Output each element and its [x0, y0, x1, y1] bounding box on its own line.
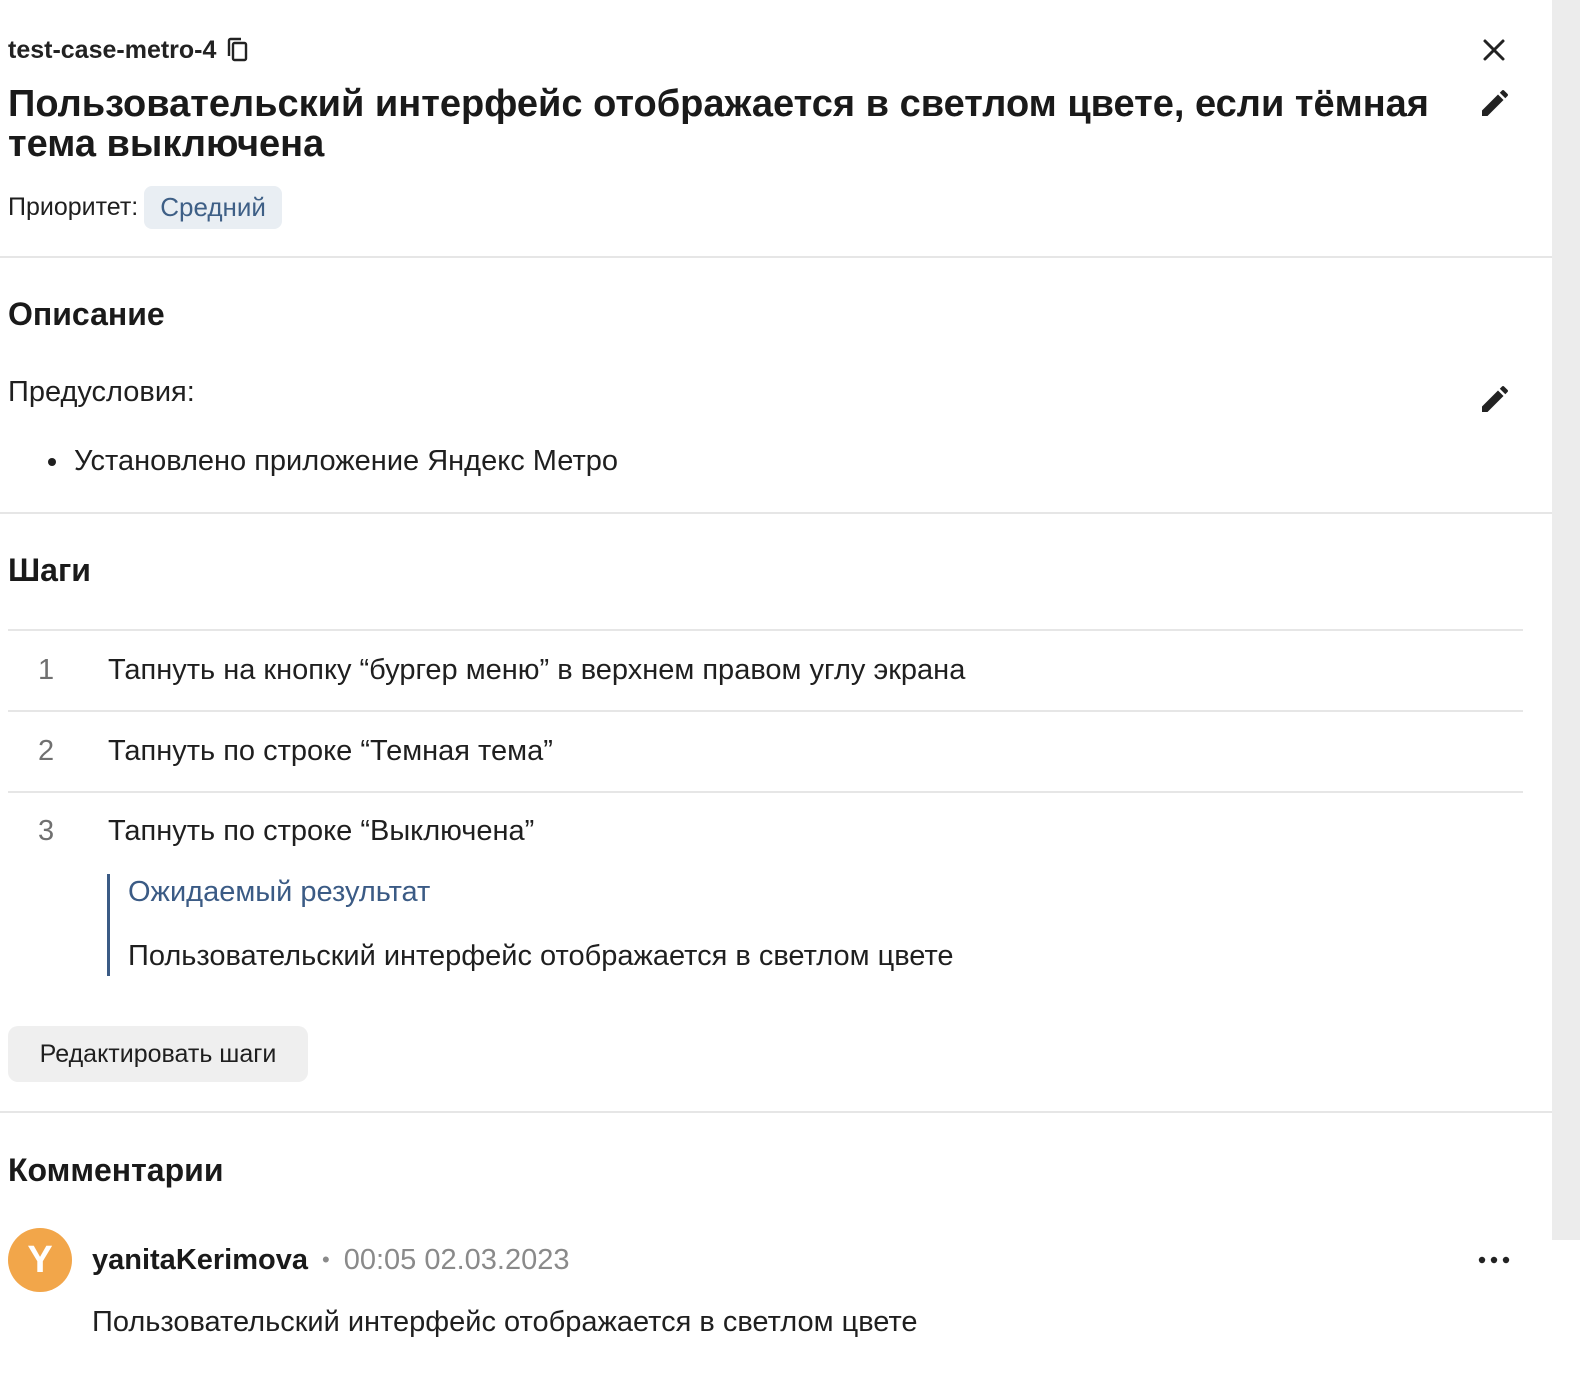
description-title: Описание	[8, 296, 165, 332]
steps-title: Шаги	[8, 552, 91, 588]
edit-title-pencil-icon[interactable]	[1478, 88, 1510, 120]
bullet-icon	[48, 457, 56, 466]
steps-list: 1 Тапнуть на кнопку “бургер меню” в верх…	[8, 629, 1523, 976]
step-number: 2	[38, 735, 55, 767]
step-row[interactable]: 2 Тапнуть по строке “Темная тема”	[8, 710, 1523, 791]
comment-separator: •	[322, 1247, 330, 1272]
avatar[interactable]: Y	[8, 1228, 72, 1292]
case-header: test-case-metro-4 Пользовательский интер…	[8, 30, 1528, 229]
preconditions-label: Предусловия:	[8, 376, 195, 408]
priority-row: Приоритет: Средний	[8, 186, 282, 229]
step-text: Тапнуть на кнопку “бургер меню” в верхне…	[108, 654, 966, 686]
page-title: Пользовательский интерфейс отображается …	[8, 83, 1429, 165]
divider	[0, 256, 1552, 258]
step-number: 3	[38, 815, 55, 847]
divider	[0, 512, 1552, 514]
step-row[interactable]: 1 Тапнуть на кнопку “бургер меню” в верх…	[8, 629, 1523, 710]
scrollbar[interactable]	[1552, 0, 1580, 1240]
edit-description-pencil-icon[interactable]	[1478, 384, 1510, 416]
expected-result-title: Ожидаемый результат	[128, 876, 431, 908]
case-id: test-case-metro-4	[8, 35, 217, 64]
step-row[interactable]: 3 Тапнуть по строке “Выключена” Ожидаемы…	[8, 791, 1523, 976]
comments-title: Комментарии	[8, 1152, 224, 1188]
more-horizontal-icon[interactable]	[1474, 1250, 1514, 1270]
step-text: Тапнуть по строке “Темная тема”	[108, 735, 553, 767]
step-number: 1	[38, 654, 55, 686]
preconditions-list: Установлено приложение Яндекс Метро	[48, 445, 618, 478]
copy-icon[interactable]	[226, 37, 250, 63]
expected-result-text: Пользовательский интерфейс отображается …	[128, 940, 954, 972]
priority-badge[interactable]: Средний	[144, 186, 282, 229]
edit-steps-button[interactable]: Редактировать шаги	[8, 1026, 308, 1082]
close-icon[interactable]	[1478, 34, 1510, 66]
comment-text: Пользовательский интерфейс отображается …	[92, 1306, 918, 1338]
comment: Y yanitaKerimova • 00:05 02.03.2023 Поль…	[8, 1228, 1528, 1338]
comment-author[interactable]: yanitaKerimova	[92, 1244, 308, 1277]
expected-result-block: Ожидаемый результат Пользовательский инт…	[107, 874, 1523, 976]
precondition-text: Установлено приложение Яндекс Метро	[74, 445, 618, 477]
divider	[0, 1111, 1552, 1113]
list-item: Установлено приложение Яндекс Метро	[48, 445, 618, 478]
priority-label: Приоритет:	[8, 193, 139, 221]
step-text: Тапнуть по строке “Выключена”	[108, 815, 535, 847]
comment-time: 00:05 02.03.2023	[343, 1243, 570, 1276]
